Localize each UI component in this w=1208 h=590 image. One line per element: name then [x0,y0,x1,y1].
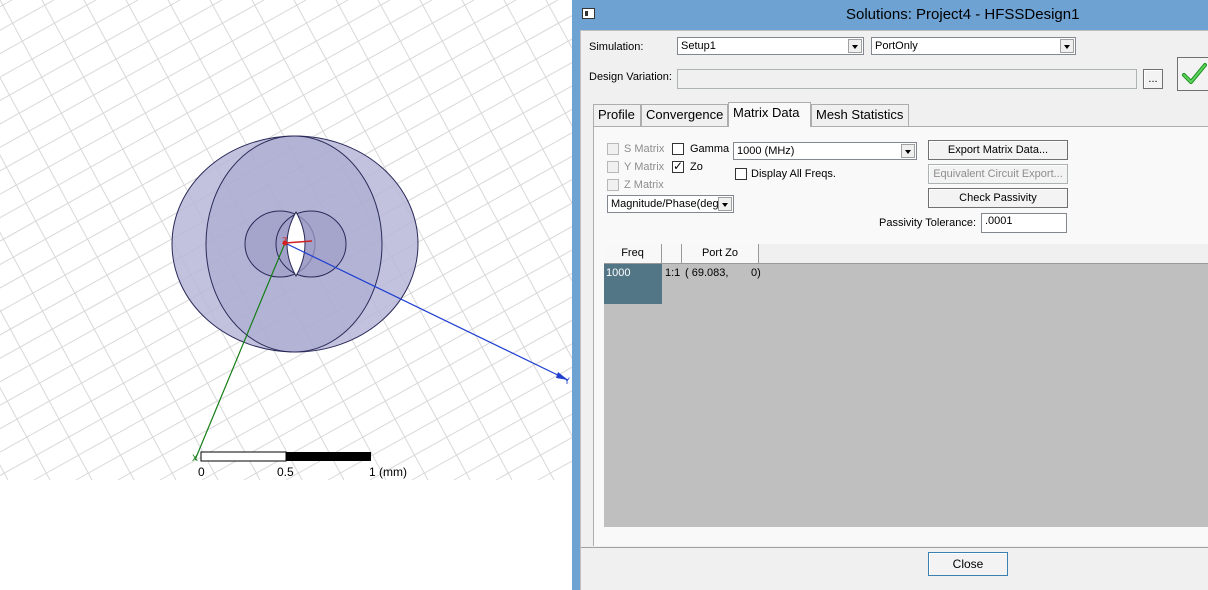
display-all-freqs-label: Display All Freqs. [751,168,836,180]
tab-mesh-statistics[interactable]: Mesh Statistics [811,104,909,126]
design-variation-browse-button[interactable]: ... [1143,69,1163,89]
grid-cell-zo-phase: 0) [751,267,761,279]
gamma-checkbox[interactable] [672,143,684,155]
frequency-select[interactable]: 1000 (MHz) [733,142,917,160]
z-matrix-label: Z Matrix [624,179,664,191]
simulation-setup-select[interactable]: Setup1 [677,37,864,55]
grid-line [495,437,572,481]
grid-row-freq-blank [604,284,662,304]
matrix-results-grid[interactable]: Freq Port Zo 1000 (MHz) 1:1 ( 69.083, 0) [604,244,1208,527]
display-all-freqs-checkbox[interactable] [735,168,747,180]
window-title: Solutions: Project4 - HFSSDesign1 [846,6,1080,23]
design-variation-field[interactable] [677,69,1137,89]
chevron-down-icon[interactable] [1060,39,1074,53]
format-value: Magnitude/Phase(deg) [611,198,719,210]
modeler-viewport[interactable]: Z Y X 0 0.5 1 (mm) [0,0,572,590]
y-axis-label: Y [564,376,570,386]
y-matrix-label: Y Matrix [624,161,665,173]
frequency-value: 1000 (MHz) [737,145,795,157]
grid-header-empty [759,244,1208,264]
grid-header-freq[interactable]: Freq [604,244,662,264]
scale-tick-1mm: 1 (mm) [369,465,407,479]
chevron-down-icon[interactable] [901,144,915,158]
export-matrix-data-button[interactable]: Export Matrix Data... [928,140,1068,160]
grid-line [0,0,139,78]
grid-line [0,0,97,55]
grid-cell-port: 1:1 [665,267,681,279]
design-variation-label: Design Variation: [589,71,672,83]
checkmark-icon [1182,63,1207,84]
z-matrix-checkbox[interactable] [607,179,619,191]
grid-line [419,0,572,282]
format-select[interactable]: Magnitude/Phase(deg) [607,195,734,213]
y-matrix-checkbox[interactable] [607,161,619,173]
s-matrix-label: S Matrix [624,143,665,155]
equivalent-circuit-export-button[interactable]: Equivalent Circuit Export... [928,164,1068,184]
chevron-down-icon[interactable] [718,197,732,211]
passivity-tolerance-label: Passivity Tolerance: [879,217,977,229]
simulation-label: Simulation: [589,41,644,53]
tab-convergence[interactable]: Convergence [641,104,728,126]
z-axis-label: Z [282,236,288,246]
apply-check-button[interactable] [1177,57,1208,91]
s-matrix-checkbox[interactable] [607,143,619,155]
window-icon[interactable] [582,8,595,19]
viewport-canvas: Z Y X [0,0,572,481]
scale-bar-black [286,452,371,461]
x-axis-label: X [192,453,198,463]
scale-tick-0: 0 [198,465,205,479]
gamma-label: Gamma [690,143,730,155]
tab-profile[interactable]: Profile [593,104,641,126]
title-bar[interactable]: Solutions: Project4 - HFSSDesign1 [572,0,1208,30]
solutions-dialog: Solutions: Project4 - HFSSDesign1 Simula… [572,0,1208,590]
tab-matrix-data[interactable]: Matrix Data [728,102,811,127]
grid-line [0,231,135,481]
grid-header-port-zo[interactable]: Port Zo [682,244,759,264]
passivity-tolerance-input[interactable] [982,214,1068,228]
simulation-setup-value: Setup1 [681,40,716,52]
grid-line [0,0,181,102]
simulation-sweep-select[interactable]: PortOnly [871,37,1076,55]
chevron-down-icon[interactable] [848,39,862,53]
check-passivity-button[interactable]: Check Passivity [928,188,1068,208]
scale-bar-white [200,451,287,462]
scale-tick-half: 0.5 [277,465,294,479]
passivity-tolerance-field[interactable] [981,213,1068,233]
grid-line [503,0,572,127]
bottom-separator [581,547,1208,548]
grid-line [0,386,51,481]
grid-cell-zo-magnitude: ( 69.083, [685,267,729,279]
grid-row-freq[interactable]: 1000 (MHz) [604,264,662,297]
dialog-client-area: Simulation: Setup1 PortOnly Design Varia… [580,30,1208,590]
close-button[interactable]: Close [928,552,1008,576]
simulation-sweep-value: PortOnly [875,40,918,52]
grid-header-port[interactable] [662,244,682,264]
zo-checkbox[interactable] [672,159,684,173]
zo-label: Zo [690,161,703,173]
